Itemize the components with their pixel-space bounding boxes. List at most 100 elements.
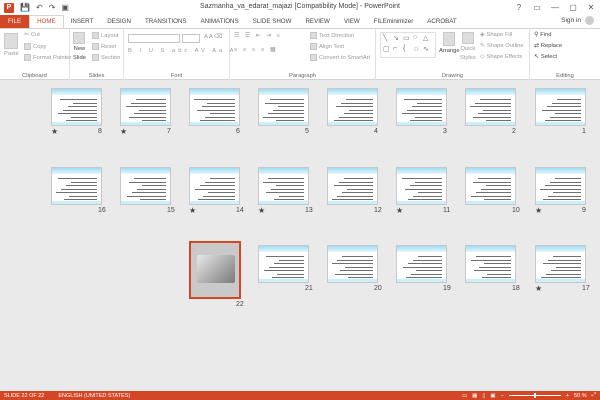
select-button[interactable]: ↖ Select (534, 54, 557, 60)
shape-outline-button[interactable]: ✎ Shape Outline (480, 43, 524, 49)
slide-thumbnail[interactable] (396, 245, 447, 283)
text-direction-button[interactable]: Text Direction (310, 32, 354, 39)
layout-button[interactable]: Layout (92, 32, 118, 39)
slideshow-view-icon[interactable]: ▣ (490, 393, 495, 399)
slide-number: 6 (236, 128, 240, 135)
slide-thumbnail[interactable] (535, 167, 586, 205)
normal-view-icon[interactable]: ▭ (462, 393, 467, 399)
tab-review[interactable]: REVIEW (298, 16, 336, 28)
animation-star-icon[interactable]: ★ (535, 284, 542, 293)
help-icon[interactable]: ? (510, 0, 528, 15)
zoom-in-button[interactable]: + (566, 393, 569, 399)
close-icon[interactable]: ✕ (582, 0, 600, 15)
slide-thumbnail[interactable] (465, 245, 516, 283)
slide-thumbnail[interactable] (258, 88, 309, 126)
slides-label: Slides (88, 73, 105, 79)
slide-thumbnail[interactable] (120, 167, 171, 205)
replace-button[interactable]: ⇄ Replace (534, 43, 562, 49)
reading-view-icon[interactable]: ▯ (482, 393, 485, 399)
animation-star-icon[interactable]: ★ (120, 127, 127, 136)
slide-thumbnail[interactable] (189, 241, 241, 299)
slide-thumbnail[interactable] (258, 245, 309, 283)
slide-thumbnail[interactable] (189, 88, 240, 126)
slide-thumbnail[interactable] (258, 167, 309, 205)
slide-thumbnail[interactable] (535, 88, 586, 126)
slide-thumbnail[interactable] (327, 245, 378, 283)
tab-acrobat[interactable]: ACROBAT (420, 16, 463, 28)
tab-fileminimizer[interactable]: FILEminimizer (367, 16, 421, 28)
list-buttons[interactable]: ☰ ☰ ⇤ ⇥ ≡ (234, 33, 282, 39)
save-icon[interactable]: 💾 (20, 3, 30, 12)
tab-home[interactable]: HOME (29, 15, 64, 28)
slide-text-line (339, 116, 373, 118)
fit-to-window-icon[interactable]: ⤢ (592, 392, 596, 399)
new-slide-button[interactable]: New Slide (73, 32, 86, 62)
slide-text-line (334, 120, 373, 121)
format-painter-button[interactable]: Format Painter (24, 54, 71, 61)
shapes-gallery[interactable]: ╲ ↘ ▭ ○ △ ▢ ⌐ { ☆ ∿ (380, 32, 436, 58)
ribbon-tabs: FILE HOME INSERT DESIGN TRANSITIONS ANIM… (0, 15, 600, 28)
tab-transitions[interactable]: TRANSITIONS (138, 16, 194, 28)
slide-thumbnail[interactable] (396, 88, 447, 126)
animation-star-icon[interactable]: ★ (51, 127, 58, 136)
slide-text-line (71, 116, 97, 118)
quick-styles-button[interactable]: Quick Styles (460, 32, 476, 62)
animation-star-icon[interactable]: ★ (189, 206, 196, 215)
font-size-dropdown[interactable] (182, 34, 200, 43)
slide-thumbnail[interactable] (535, 245, 586, 283)
reset-button[interactable]: Reset (92, 43, 116, 50)
redo-icon[interactable]: ↷ (49, 3, 56, 12)
undo-icon[interactable]: ↶ (36, 3, 43, 12)
convert-smartart-button[interactable]: Convert to SmartArt (310, 54, 370, 61)
slide-thumbnail[interactable] (327, 88, 378, 126)
shape-effects-button[interactable]: ◇ Shape Effects (480, 54, 522, 60)
slide-header-band (190, 89, 239, 95)
animation-star-icon[interactable]: ★ (535, 206, 542, 215)
minimize-icon[interactable]: — (546, 0, 564, 15)
font-format-buttons[interactable]: B I U S abc AV Aa A (128, 48, 236, 54)
ribbon-display-icon[interactable]: ▭ (528, 0, 546, 15)
slide-thumbnail[interactable] (189, 167, 240, 205)
tab-slide-show[interactable]: SLIDE SHOW (246, 16, 299, 28)
animation-star-icon[interactable]: ★ (396, 206, 403, 215)
slide-thumbnail[interactable] (51, 88, 102, 126)
slide-thumbnail[interactable] (396, 167, 447, 205)
font-name-dropdown[interactable] (128, 34, 180, 43)
section-button[interactable]: Section (92, 54, 120, 61)
slide-text-line (73, 102, 97, 104)
clipboard-group: Paste ✂ Cut Copy Format Painter Clipboard (0, 29, 71, 80)
zoom-slider[interactable] (508, 393, 561, 398)
zoom-slider-thumb[interactable] (533, 393, 536, 398)
find-button[interactable]: ⚲ Find (534, 32, 552, 38)
slide-thumbnail[interactable] (465, 88, 516, 126)
language-indicator[interactable]: ENGLISH (UNITED STATES) (58, 393, 130, 399)
font-size-buttons[interactable]: A A ⌫ (204, 34, 222, 40)
slide-thumbnail[interactable] (120, 88, 171, 126)
avatar[interactable] (585, 16, 594, 25)
slide-text-line (548, 195, 581, 197)
animation-star-icon[interactable]: ★ (258, 206, 265, 215)
slide-text-line (540, 188, 581, 190)
restore-icon[interactable]: ▢ (564, 0, 582, 15)
align-buttons[interactable]: ≡ ≡ ≡ ≡ ▦ (234, 47, 277, 53)
tab-design[interactable]: DESIGN (100, 16, 138, 28)
start-slideshow-icon[interactable]: ▣ (61, 3, 69, 12)
slide-thumbnail[interactable] (465, 167, 516, 205)
tab-insert[interactable]: INSERT (64, 16, 101, 28)
paste-button[interactable]: Paste (4, 33, 19, 57)
pencil-icon: ✎ (480, 43, 485, 49)
tab-animations[interactable]: ANIMATIONS (194, 16, 246, 28)
arrange-button[interactable]: Arrange (439, 32, 460, 54)
tab-file[interactable]: FILE (0, 15, 30, 28)
shape-fill-button[interactable]: ◈ Shape Fill (480, 32, 512, 38)
sign-in-link[interactable]: Sign in (561, 17, 581, 24)
tab-view[interactable]: VIEW (337, 16, 367, 28)
slide-thumbnail[interactable] (51, 167, 102, 205)
cut-button[interactable]: ✂ Cut (24, 32, 40, 38)
zoom-out-button[interactable]: − (501, 393, 504, 399)
slide-thumbnail[interactable] (327, 167, 378, 205)
copy-button[interactable]: Copy (24, 43, 47, 50)
slide-sorter-view-icon[interactable]: ▦ (472, 393, 477, 399)
align-text-button[interactable]: Align Text (310, 43, 344, 50)
zoom-level[interactable]: 50 % (574, 393, 587, 399)
